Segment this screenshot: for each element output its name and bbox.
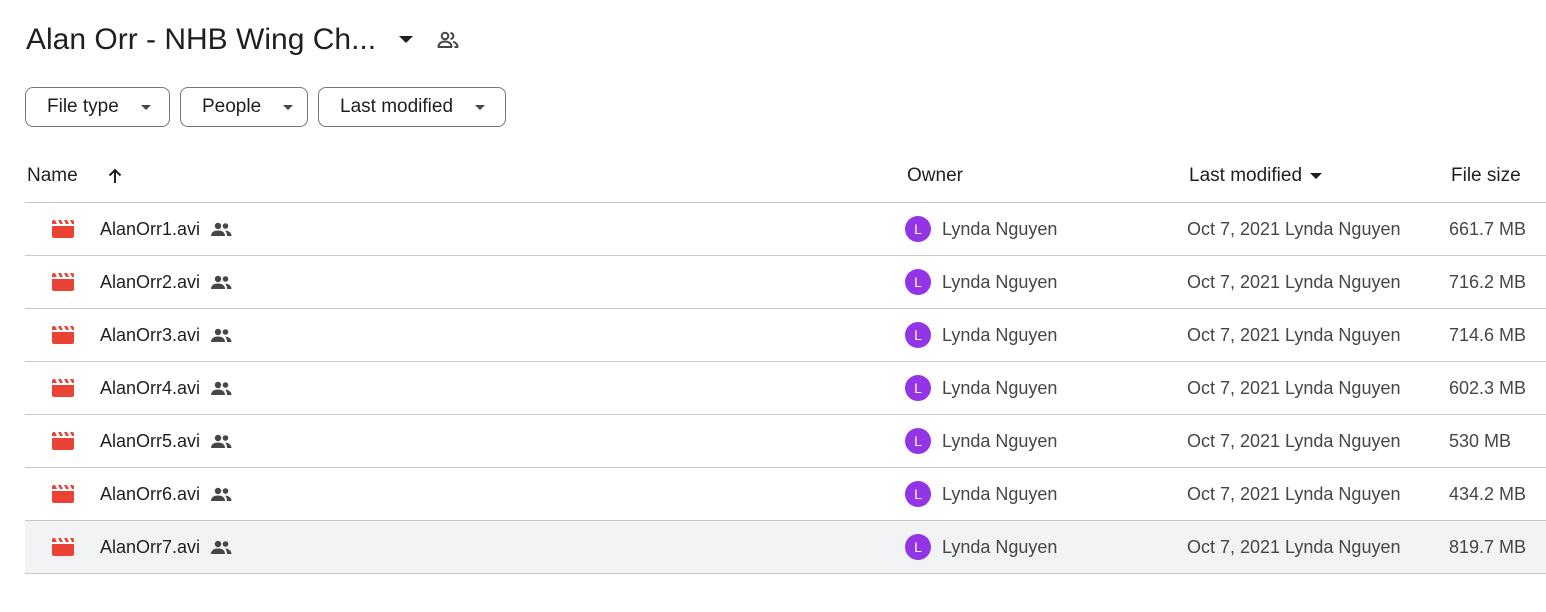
dropdown-caret-icon[interactable] (394, 28, 418, 52)
owner-cell: L Lynda Nguyen (905, 481, 1187, 507)
owner-cell: L Lynda Nguyen (905, 216, 1187, 242)
shared-people-icon (210, 486, 232, 502)
file-name[interactable]: AlanOrr1.avi (100, 219, 200, 240)
shared-people-icon (210, 539, 232, 555)
avatar: L (905, 481, 931, 507)
name-cell: AlanOrr5.avi (25, 431, 905, 452)
last-modified-filter[interactable]: Last modified (318, 87, 506, 127)
arrow-up-icon[interactable] (106, 167, 124, 185)
owner-cell: L Lynda Nguyen (905, 375, 1187, 401)
shared-people-icon (210, 327, 232, 343)
video-file-icon (52, 432, 74, 450)
table-body: AlanOrr1.avi L Lynda Nguyen Oct 7, 2021 … (25, 203, 1546, 574)
chevron-down-icon (283, 104, 294, 110)
folder-header: Alan Orr - NHB Wing Ch... (26, 20, 462, 60)
file-list: Name Owner Last modified File size AlanO… (25, 150, 1546, 574)
owner-name: Lynda Nguyen (942, 430, 1058, 451)
file-size-cell: 714.6 MB (1449, 324, 1527, 345)
last-modified-column-header[interactable]: Last modified (1189, 165, 1451, 187)
owner-cell: L Lynda Nguyen (905, 428, 1187, 454)
last-modified-cell: Oct 7, 2021 Lynda Nguyen (1187, 324, 1401, 345)
avatar: L (905, 269, 931, 295)
video-file-icon (52, 220, 74, 238)
shared-people-icon (210, 274, 232, 290)
shared-people-icon (210, 380, 232, 396)
video-file-icon (52, 273, 74, 291)
owner-name: Lynda Nguyen (942, 324, 1058, 345)
file-type-filter[interactable]: File type (25, 87, 170, 127)
name-column-label: Name (27, 165, 78, 186)
name-cell: AlanOrr6.avi (25, 484, 905, 505)
file-name[interactable]: AlanOrr4.avi (100, 378, 200, 399)
avatar: L (905, 216, 931, 242)
chevron-down-icon (475, 104, 486, 110)
name-cell: AlanOrr4.avi (25, 378, 905, 399)
table-row[interactable]: AlanOrr4.avi L Lynda Nguyen Oct 7, 2021 … (25, 362, 1546, 415)
people-outline-icon[interactable] (434, 26, 462, 54)
owner-cell: L Lynda Nguyen (905, 322, 1187, 348)
name-cell: AlanOrr3.avi (25, 325, 905, 346)
table-row[interactable]: AlanOrr7.avi L Lynda Nguyen Oct 7, 2021 … (25, 521, 1546, 574)
file-size-cell: 530 MB (1449, 430, 1512, 451)
last-modified-cell: Oct 7, 2021 Lynda Nguyen (1187, 271, 1401, 292)
video-file-icon (52, 485, 74, 503)
owner-name: Lynda Nguyen (942, 483, 1058, 504)
video-file-icon (52, 379, 74, 397)
file-size-cell: 434.2 MB (1449, 483, 1527, 504)
shared-people-icon (210, 221, 232, 237)
avatar: L (905, 322, 931, 348)
table-row[interactable]: AlanOrr3.avi L Lynda Nguyen Oct 7, 2021 … (25, 309, 1546, 362)
last-modified-column-label: Last modified (1189, 165, 1303, 186)
filter-chips: File type People Last modified (25, 87, 506, 127)
people-filter-label: People (202, 96, 262, 117)
file-size-cell: 819.7 MB (1449, 536, 1527, 557)
table-row[interactable]: AlanOrr2.avi L Lynda Nguyen Oct 7, 2021 … (25, 256, 1546, 309)
video-file-icon (52, 538, 74, 556)
table-header: Name Owner Last modified File size (25, 150, 1546, 203)
table-row[interactable]: AlanOrr5.avi L Lynda Nguyen Oct 7, 2021 … (25, 415, 1546, 468)
owner-name: Lynda Nguyen (942, 536, 1058, 557)
file-name[interactable]: AlanOrr2.avi (100, 272, 200, 293)
owner-name: Lynda Nguyen (942, 218, 1058, 239)
name-column-header[interactable]: Name (25, 165, 907, 187)
file-name[interactable]: AlanOrr5.avi (100, 431, 200, 452)
video-file-icon (52, 326, 74, 344)
last-modified-cell: Oct 7, 2021 Lynda Nguyen (1187, 218, 1401, 239)
last-modified-filter-label: Last modified (340, 96, 454, 117)
owner-name: Lynda Nguyen (942, 377, 1058, 398)
avatar: L (905, 534, 931, 560)
last-modified-cell: Oct 7, 2021 Lynda Nguyen (1187, 377, 1401, 398)
last-modified-cell: Oct 7, 2021 Lynda Nguyen (1187, 483, 1401, 504)
last-modified-cell: Oct 7, 2021 Lynda Nguyen (1187, 430, 1401, 451)
shared-people-icon (210, 433, 232, 449)
owner-name: Lynda Nguyen (942, 271, 1058, 292)
last-modified-cell: Oct 7, 2021 Lynda Nguyen (1187, 536, 1401, 557)
avatar: L (905, 375, 931, 401)
folder-title[interactable]: Alan Orr - NHB Wing Ch... (26, 20, 376, 60)
file-size-column-header[interactable]: File size (1451, 165, 1546, 187)
file-name[interactable]: AlanOrr6.avi (100, 484, 200, 505)
people-filter[interactable]: People (180, 87, 308, 127)
name-cell: AlanOrr7.avi (25, 537, 905, 558)
file-size-cell: 602.3 MB (1449, 377, 1527, 398)
table-row[interactable]: AlanOrr6.avi L Lynda Nguyen Oct 7, 2021 … (25, 468, 1546, 521)
owner-column-header[interactable]: Owner (907, 165, 1189, 187)
file-size-cell: 661.7 MB (1449, 218, 1527, 239)
file-size-cell: 716.2 MB (1449, 271, 1527, 292)
owner-cell: L Lynda Nguyen (905, 269, 1187, 295)
file-type-filter-label: File type (47, 96, 119, 117)
caret-down-icon (1310, 173, 1323, 179)
owner-cell: L Lynda Nguyen (905, 534, 1187, 560)
chevron-down-icon (140, 104, 151, 110)
name-cell: AlanOrr2.avi (25, 272, 905, 293)
name-cell: AlanOrr1.avi (25, 219, 905, 240)
table-row[interactable]: AlanOrr1.avi L Lynda Nguyen Oct 7, 2021 … (25, 203, 1546, 256)
file-name[interactable]: AlanOrr7.avi (100, 537, 200, 558)
file-name[interactable]: AlanOrr3.avi (100, 325, 200, 346)
avatar: L (905, 428, 931, 454)
